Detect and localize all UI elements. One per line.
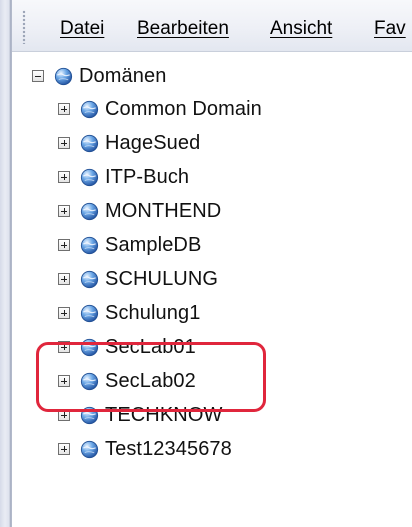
globe-icon	[80, 168, 99, 186]
tree-node-label: MONTHEND	[105, 199, 222, 222]
expand-icon[interactable]	[58, 205, 70, 217]
globe-icon	[80, 202, 99, 220]
expand-icon[interactable]	[58, 307, 70, 319]
tree-node-sampledb[interactable]: SampleDB	[58, 229, 201, 261]
tree-node-monthend[interactable]: MONTHEND	[58, 195, 221, 227]
expand-icon[interactable]	[58, 103, 70, 115]
globe-icon	[80, 134, 99, 152]
tree-node-label: Common Domain	[105, 97, 262, 120]
explorer-window: Datei Bearbeiten Ansicht Fav Domänen Com…	[0, 0, 412, 527]
domain-tree: Domänen Common Domain HageSued ITP-Buch …	[12, 52, 412, 527]
tree-node-label: Schulung1	[105, 301, 201, 324]
expand-icon[interactable]	[58, 137, 70, 149]
tree-node-label: ITP-Buch	[105, 165, 190, 188]
globe-icon	[80, 440, 99, 458]
tree-node-common-domain[interactable]: Common Domain	[58, 93, 262, 125]
menu-grip-handle[interactable]	[22, 10, 26, 44]
globe-icon	[80, 304, 99, 322]
expand-icon[interactable]	[58, 239, 70, 251]
tree-node-label: SampleDB	[105, 233, 202, 256]
tree-node-schulung1[interactable]: Schulung1	[58, 297, 200, 329]
collapse-icon[interactable]	[32, 70, 44, 82]
tree-node-root[interactable]: Domänen	[32, 60, 166, 92]
expand-icon[interactable]	[58, 273, 70, 285]
highlight-annotation	[36, 342, 266, 412]
globe-icon	[80, 100, 99, 118]
expand-icon[interactable]	[58, 443, 70, 455]
tree-node-itp-buch[interactable]: ITP-Buch	[58, 161, 189, 193]
expand-icon[interactable]	[58, 171, 70, 183]
globe-icon	[80, 236, 99, 254]
tree-node-test12345678[interactable]: Test12345678	[58, 433, 232, 465]
tree-node-label: Test12345678	[105, 437, 232, 460]
menu-item-datei[interactable]: Datei	[60, 18, 104, 40]
tree-node-hagesued[interactable]: HageSued	[58, 127, 200, 159]
menu-item-bearbeiten[interactable]: Bearbeiten	[137, 18, 229, 40]
window-left-frame	[0, 0, 12, 527]
menu-bar: Datei Bearbeiten Ansicht Fav	[12, 0, 412, 52]
globe-icon	[80, 270, 99, 288]
tree-node-label: SCHULUNG	[105, 267, 219, 290]
tree-node-schulung[interactable]: SCHULUNG	[58, 263, 218, 295]
globe-icon	[54, 67, 73, 85]
menu-item-ansicht[interactable]: Ansicht	[270, 18, 332, 40]
tree-node-label: HageSued	[105, 131, 201, 154]
menu-item-favoriten[interactable]: Fav	[374, 18, 406, 40]
tree-node-label: Domänen	[79, 64, 167, 87]
